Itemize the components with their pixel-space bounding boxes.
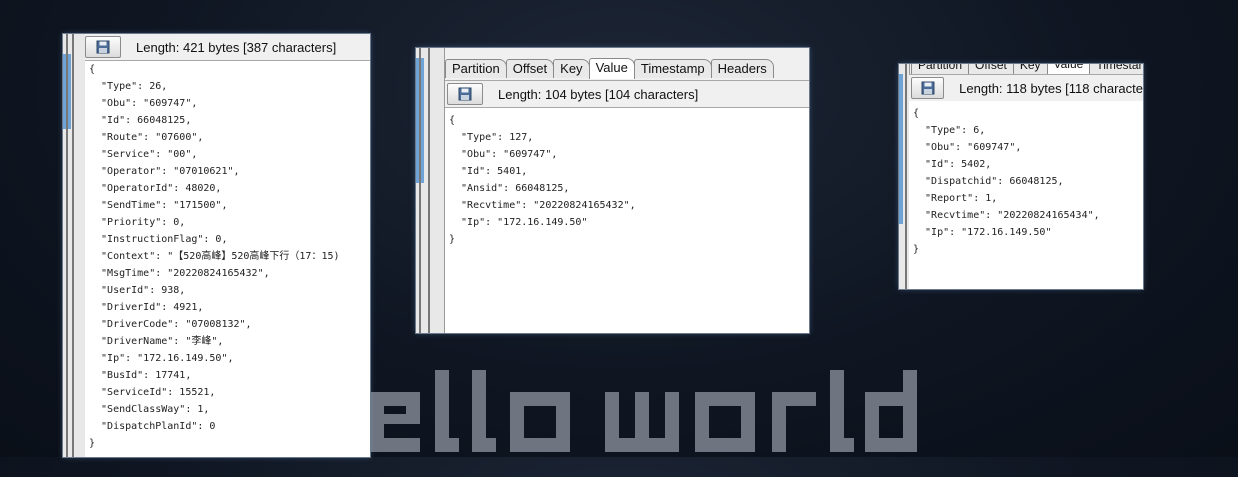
json-line: "InstructionFlag": 0, (89, 234, 228, 245)
message-viewer-panel-1: Length: 421 bytes [387 characters] { "Ty… (63, 34, 370, 457)
tab-timestamp[interactable]: Timestamp (633, 59, 712, 78)
json-line: "DispatchPlanId": 0 (89, 421, 216, 432)
json-line: { (89, 64, 96, 75)
json-line: "DriverId": 4921, (89, 302, 204, 313)
save-button[interactable] (85, 36, 121, 58)
json-line: "Service": "00", (89, 149, 198, 160)
json-line: "Ansid": 66048125, (449, 183, 570, 194)
json-line: "Dispatchid": 66048125, (913, 176, 1064, 187)
json-line: "UserId": 938, (89, 285, 186, 296)
json-line: "Ip": "172.16.149.50" (449, 217, 588, 228)
message-viewer-panel-3: Partition Offset Key Value Timestamp Len… (899, 64, 1143, 289)
panel-splitter[interactable] (416, 48, 445, 333)
json-line: } (89, 438, 96, 449)
tab-value[interactable]: Value (588, 58, 635, 79)
json-line: "OperatorId": 48020, (89, 183, 222, 194)
json-line: "Route": "07600", (89, 132, 204, 143)
json-line: { (449, 115, 456, 126)
json-line: "SendClassWay": 1, (89, 404, 210, 415)
json-line: "DriverCode": "07008132", (89, 319, 252, 330)
json-line: "Report": 1, (913, 193, 998, 204)
json-line: "Id": 5401, (449, 166, 528, 177)
json-line: "Obu": "609747", (913, 142, 1022, 153)
value-header: Length: 118 bytes [118 characte (909, 74, 1143, 102)
length-label: Length: 104 bytes [104 characters] (498, 86, 699, 102)
json-line: "Ip": "172.16.149.50", (89, 353, 234, 364)
tab-partition[interactable]: Partition (445, 59, 507, 78)
json-line: "Type": 6, (913, 125, 986, 136)
json-line: "Type": 26, (89, 81, 168, 92)
json-line: "Obu": "609747", (89, 98, 198, 109)
json-line: "Type": 127, (449, 132, 534, 143)
json-line: "Ip": "172.16.149.50" (913, 227, 1052, 238)
message-viewer-panel-2: Partition Offset Key Value Timestamp Hea… (416, 48, 809, 333)
tab-key[interactable]: Key (1012, 64, 1048, 74)
tab-partition[interactable]: Partition (911, 64, 970, 74)
value-header: Length: 421 bytes [387 characters] (85, 34, 370, 61)
value-text-area[interactable]: { "Type": 127, "Obu": "609747", "Id": 54… (445, 108, 809, 333)
json-line: "Id": 66048125, (89, 115, 192, 126)
json-line: "ServiceId": 15521, (89, 387, 216, 398)
tab-headers[interactable]: Headers (710, 59, 774, 78)
json-line: } (449, 234, 456, 245)
json-line: "Priority": 0, (89, 217, 186, 228)
tab-key[interactable]: Key (553, 59, 590, 78)
json-line: "DriverName": "李峰", (89, 336, 224, 347)
save-icon (96, 40, 110, 54)
json-line: { (913, 108, 920, 119)
save-button[interactable] (911, 77, 945, 99)
json-line: "MsgTime": "20220824165432", (89, 268, 270, 279)
length-label: Length: 118 bytes [118 characte (959, 80, 1143, 96)
json-line: "Recvtime": "20220824165432", (449, 200, 636, 211)
value-text-area[interactable]: { "Type": 6, "Obu": "609747", "Id": 5402… (909, 101, 1143, 289)
panel-splitter[interactable] (63, 34, 86, 457)
json-line: "Id": 5402, (913, 159, 992, 170)
save-icon (921, 81, 935, 95)
json-line: "Context": "【520高峰】520高峰下行（17：15) (89, 251, 340, 262)
json-line: "BusId": 17741, (89, 370, 192, 381)
json-line: "Operator": "07010621", (89, 166, 240, 177)
length-label: Length: 421 bytes [387 characters] (136, 39, 337, 55)
message-tabs: Partition Offset Key Value Timestamp (911, 64, 1143, 75)
json-line: "Obu": "609747", (449, 149, 558, 160)
json-line: "SendTime": "171500", (89, 200, 228, 211)
save-button[interactable] (447, 83, 483, 105)
wallpaper-hello-world (370, 370, 917, 452)
tab-offset[interactable]: Offset (505, 59, 555, 78)
wallpaper-text (300, 352, 1000, 472)
value-header: Length: 104 bytes [104 characters] (445, 80, 809, 108)
json-line: "Recvtime": "20220824165434", (913, 210, 1100, 221)
value-text-area[interactable]: { "Type": 26, "Obu": "609747", "Id": 660… (85, 61, 370, 457)
tab-offset[interactable]: Offset (968, 64, 1014, 74)
json-line: } (913, 244, 920, 255)
tab-timestamp[interactable]: Timestamp (1089, 64, 1143, 74)
message-tabs: Partition Offset Key Value Timestamp Hea… (445, 58, 774, 79)
save-icon (458, 87, 472, 101)
